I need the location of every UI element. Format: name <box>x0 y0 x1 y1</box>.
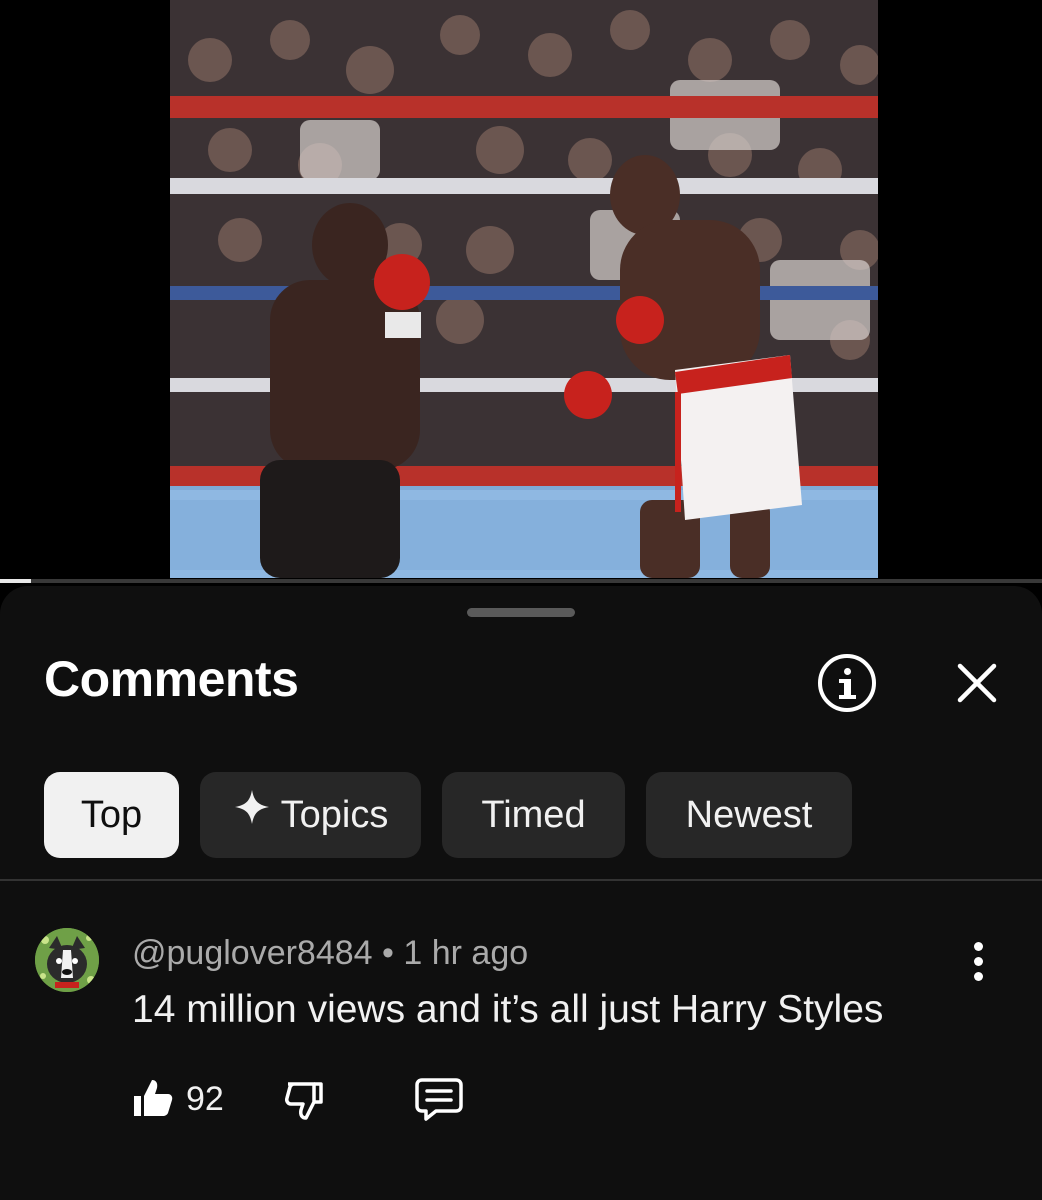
comment-text: 14 million views and it’s all just Harry… <box>132 988 884 1031</box>
comment-item: @puglover8484 • 1 hr ago 14 million view… <box>0 916 1042 1136</box>
comment-author[interactable]: @puglover8484 <box>132 934 373 972</box>
sheet-drag-handle[interactable] <box>467 608 575 617</box>
like-count: 92 <box>186 1080 224 1118</box>
sparkle-icon <box>233 771 271 857</box>
close-icon[interactable] <box>952 658 1002 708</box>
chip-topics[interactable]: Topics <box>200 772 421 858</box>
chip-newest-label: Newest <box>685 794 813 836</box>
comment-meta: @puglover8484 • 1 hr ago <box>132 934 528 973</box>
comment-time: 1 hr ago <box>403 934 529 972</box>
video-progress-bar[interactable] <box>0 579 1042 583</box>
info-circle-icon[interactable] <box>818 654 876 712</box>
thumbs-down-icon[interactable] <box>282 1078 326 1122</box>
reply-comment-icon[interactable] <box>414 1076 464 1122</box>
video-progress-fill <box>0 579 32 583</box>
meta-separator: • <box>372 934 404 972</box>
video-player[interactable] <box>0 0 1042 585</box>
avatar[interactable] <box>35 928 99 992</box>
comments-sheet: Comments Top Topics Timed Newest @puglov… <box>0 586 1042 1200</box>
video-frame[interactable] <box>170 0 878 578</box>
divider <box>0 879 1042 881</box>
thumbs-up-icon[interactable] <box>130 1076 174 1120</box>
chip-top-label: Top <box>80 794 143 836</box>
chip-topics-label: Topics <box>280 794 389 836</box>
comments-title: Comments <box>44 651 299 707</box>
more-vertical-icon[interactable] <box>966 942 990 986</box>
chip-timed[interactable]: Timed <box>442 772 625 858</box>
video-content-image <box>170 0 878 578</box>
chip-timed-label: Timed <box>481 794 586 836</box>
chip-newest[interactable]: Newest <box>646 772 852 858</box>
chip-top[interactable]: Top <box>44 772 179 858</box>
